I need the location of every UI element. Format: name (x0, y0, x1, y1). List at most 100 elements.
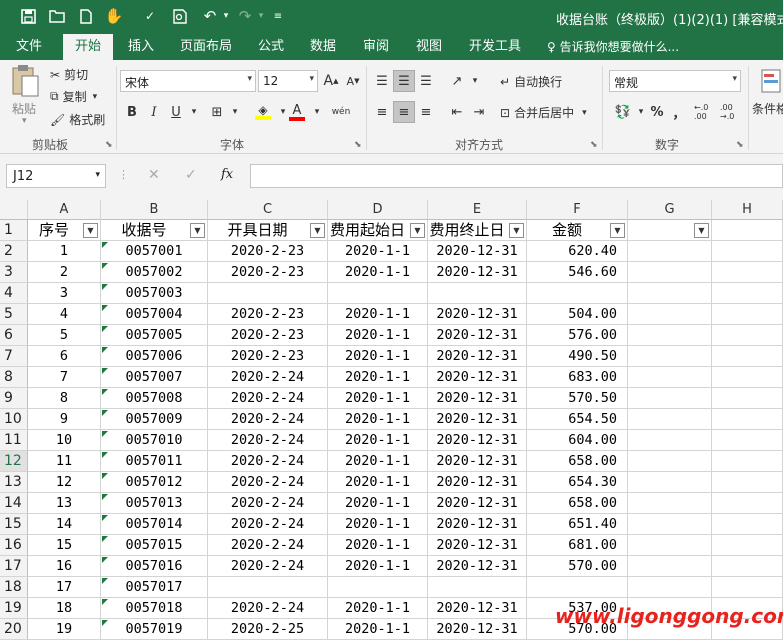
tab-file[interactable]: 文件 (4, 34, 54, 60)
cell-b2[interactable]: 0057001 (101, 241, 208, 262)
cell-g9[interactable] (628, 388, 712, 409)
cell-b11[interactable]: 0057010 (101, 430, 208, 451)
tab-data[interactable]: 数据 (302, 34, 344, 60)
cell-a18[interactable]: 17 (28, 577, 101, 598)
cell-e7[interactable]: 2020-12-31 (428, 346, 527, 367)
spellcheck-icon[interactable]: ✓ (140, 6, 160, 26)
underline-dropdown-icon[interactable]: ▾ (183, 101, 205, 123)
grow-font-button[interactable]: A ▲ (320, 70, 342, 92)
paste-dropdown-icon[interactable]: ▾ (22, 116, 27, 126)
touch-mode-icon[interactable]: ✋ (104, 6, 124, 26)
cell-c2[interactable]: 2020-2-23 (208, 241, 328, 262)
column-header-c[interactable]: C (208, 200, 328, 220)
cell-g6[interactable] (628, 325, 712, 346)
cell-b10[interactable]: 0057009 (101, 409, 208, 430)
cell-e3[interactable]: 2020-12-31 (428, 262, 527, 283)
align-left-icon[interactable]: ≡ (371, 101, 393, 123)
cell-g11[interactable] (628, 430, 712, 451)
cell-a16[interactable]: 15 (28, 535, 101, 556)
cell-a5[interactable]: 4 (28, 304, 101, 325)
bold-button[interactable]: B (121, 101, 143, 123)
conditional-format-icon[interactable] (760, 68, 783, 94)
cell-g13[interactable] (628, 472, 712, 493)
cell-h10[interactable] (712, 409, 783, 430)
cell-a10[interactable]: 9 (28, 409, 101, 430)
cell-a15[interactable]: 14 (28, 514, 101, 535)
tab-insert[interactable]: 插入 (120, 34, 162, 60)
column-header-d[interactable]: D (328, 200, 428, 220)
cancel-icon[interactable]: ✕ (148, 167, 160, 183)
cell-a6[interactable]: 5 (28, 325, 101, 346)
cell-c12[interactable]: 2020-2-24 (208, 451, 328, 472)
decrease-decimal-button[interactable]: .00 →.0 (720, 101, 744, 123)
align-center-icon[interactable]: ≡ (393, 101, 415, 123)
italic-button[interactable]: I (143, 101, 165, 123)
cell-f18[interactable] (527, 577, 628, 598)
row-header[interactable]: 19 (0, 598, 28, 619)
decrease-indent-icon[interactable]: ⇤ (446, 101, 468, 123)
cell-e9[interactable]: 2020-12-31 (428, 388, 527, 409)
row-header[interactable]: 14 (0, 493, 28, 514)
font-color-dropdown-icon[interactable]: ▾ (306, 101, 328, 123)
phonetic-icon[interactable]: wén (328, 101, 354, 123)
cell-c7[interactable]: 2020-2-23 (208, 346, 328, 367)
cell-b9[interactable]: 0057008 (101, 388, 208, 409)
align-right-icon[interactable]: ≡ (415, 101, 437, 123)
cell-b5[interactable]: 0057004 (101, 304, 208, 325)
tab-review[interactable]: 审阅 (355, 34, 397, 60)
row-header[interactable]: 10 (0, 409, 28, 430)
filter-dropdown-icon[interactable]: ▼ (410, 223, 425, 238)
cell-f2[interactable]: 620.40 (527, 241, 628, 262)
cell-e5[interactable]: 2020-12-31 (428, 304, 527, 325)
row-header[interactable]: 6 (0, 325, 28, 346)
cell-b18[interactable]: 0057017 (101, 577, 208, 598)
cell-c4[interactable] (208, 283, 328, 304)
font-color-icon[interactable]: A (286, 101, 308, 123)
cell-b14[interactable]: 0057013 (101, 493, 208, 514)
row-header[interactable]: 11 (0, 430, 28, 451)
filter-dropdown-icon[interactable]: ▼ (83, 223, 98, 238)
cell-c11[interactable]: 2020-2-24 (208, 430, 328, 451)
cell-f5[interactable]: 504.00 (527, 304, 628, 325)
cell-a17[interactable]: 16 (28, 556, 101, 577)
row-header[interactable]: 4 (0, 283, 28, 304)
cell-e15[interactable]: 2020-12-31 (428, 514, 527, 535)
cell-g17[interactable] (628, 556, 712, 577)
paste-button[interactable]: 粘贴 (12, 100, 36, 117)
cell-a19[interactable]: 18 (28, 598, 101, 619)
font-size-select[interactable]: 12 ▾ (258, 70, 318, 92)
cell-d11[interactable]: 2020-1-1 (328, 430, 428, 451)
cell-h16[interactable] (712, 535, 783, 556)
cell-c15[interactable]: 2020-2-24 (208, 514, 328, 535)
row-header[interactable]: 3 (0, 262, 28, 283)
align-middle-icon[interactable]: ☰ (393, 70, 415, 92)
row-header[interactable]: 5 (0, 304, 28, 325)
cell-d14[interactable]: 2020-1-1 (328, 493, 428, 514)
cell-h11[interactable] (712, 430, 783, 451)
cell-c13[interactable]: 2020-2-24 (208, 472, 328, 493)
undo-dropdown-icon[interactable]: ▾ (216, 6, 236, 26)
paste-icon[interactable] (10, 64, 42, 98)
cell-d19[interactable]: 2020-1-1 (328, 598, 428, 619)
cell-e11[interactable]: 2020-12-31 (428, 430, 527, 451)
cell-a12[interactable]: 11 (28, 451, 101, 472)
cell-f3[interactable]: 546.60 (527, 262, 628, 283)
filter-dropdown-icon[interactable]: ▼ (190, 223, 205, 238)
cell-e8[interactable]: 2020-12-31 (428, 367, 527, 388)
cell-d16[interactable]: 2020-1-1 (328, 535, 428, 556)
percent-button[interactable]: % (646, 101, 668, 123)
cell-e4[interactable] (428, 283, 527, 304)
align-top-icon[interactable]: ☰ (371, 70, 393, 92)
cell-f15[interactable]: 651.40 (527, 514, 628, 535)
row-header[interactable]: 16 (0, 535, 28, 556)
number-format-select[interactable]: 常规 ▾ (609, 70, 741, 92)
cell-b15[interactable]: 0057014 (101, 514, 208, 535)
cell-h6[interactable] (712, 325, 783, 346)
cell-h2[interactable] (712, 241, 783, 262)
insert-function-icon[interactable]: fx (221, 167, 233, 182)
cell-h14[interactable] (712, 493, 783, 514)
cell-g2[interactable] (628, 241, 712, 262)
tell-me-search[interactable]: ♀ 告诉我你想要做什么... (547, 34, 679, 60)
merge-center-button[interactable]: ⊡ 合并后居中 ▾ (500, 104, 587, 121)
print-preview-icon[interactable] (170, 6, 190, 26)
